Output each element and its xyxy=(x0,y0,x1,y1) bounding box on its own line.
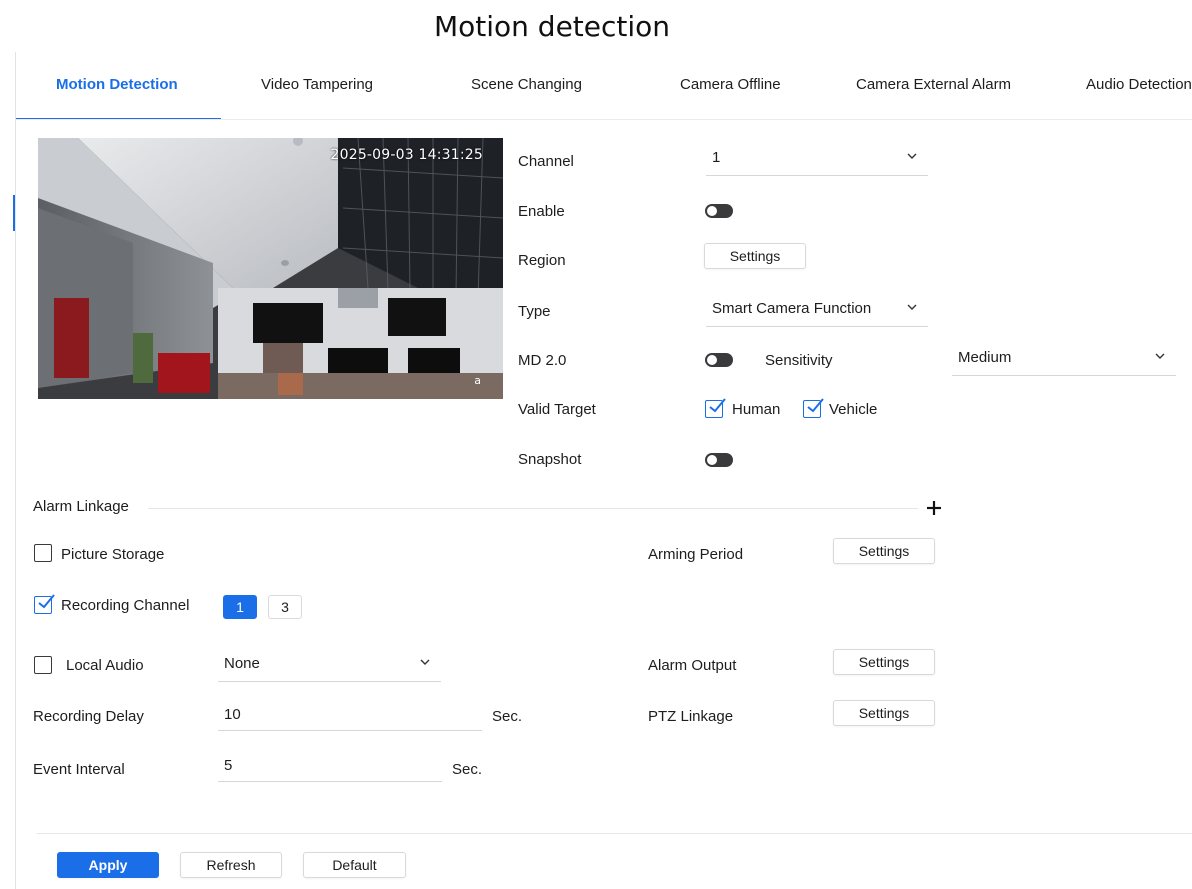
md2-toggle[interactable] xyxy=(705,353,733,367)
chevron-down-icon xyxy=(1155,353,1165,359)
vehicle-label: Vehicle xyxy=(829,401,878,418)
footer-divider xyxy=(37,833,1192,834)
channel-label: Channel xyxy=(518,153,574,170)
human-label: Human xyxy=(732,401,781,418)
snapshot-toggle[interactable] xyxy=(705,453,733,467)
tab-camera-offline[interactable]: Camera Offline xyxy=(680,76,781,93)
type-label: Type xyxy=(518,303,551,320)
channel-value: 1 xyxy=(712,149,721,166)
local-audio-label: Local Audio xyxy=(66,657,144,674)
picture-storage-label: Picture Storage xyxy=(61,546,165,563)
vehicle-checkbox[interactable] xyxy=(803,398,824,418)
event-interval-unit: Sec. xyxy=(452,761,483,778)
preview-corner-mark: a xyxy=(474,374,481,387)
default-button[interactable]: Default xyxy=(303,852,406,878)
checkmark-icon xyxy=(709,398,726,413)
recording-delay-input[interactable]: 10 xyxy=(218,697,482,731)
enable-toggle[interactable] xyxy=(705,204,733,218)
type-value: Smart Camera Function xyxy=(712,300,872,317)
toggle-knob xyxy=(707,355,717,365)
human-checkbox[interactable] xyxy=(705,398,726,418)
section-divider xyxy=(148,508,918,509)
event-interval-value: 5 xyxy=(224,757,233,774)
channel-select[interactable]: 1 xyxy=(706,140,928,176)
alarm-output-label: Alarm Output xyxy=(648,657,737,674)
alarm-linkage-title: Alarm Linkage xyxy=(33,498,129,515)
alarm-output-settings-button[interactable]: Settings xyxy=(833,649,935,675)
toggle-knob xyxy=(707,455,717,465)
tab-camera-external-alarm[interactable]: Camera External Alarm xyxy=(856,76,1011,93)
event-interval-input[interactable]: 5 xyxy=(218,748,442,782)
md2-label: MD 2.0 xyxy=(518,352,567,369)
recording-channel-label: Recording Channel xyxy=(61,597,190,614)
ptz-linkage-settings-button[interactable]: Settings xyxy=(833,700,935,726)
sensitivity-label: Sensitivity xyxy=(765,352,833,369)
tab-bar: Motion Detection Video Tampering Scene C… xyxy=(16,52,1192,120)
chevron-down-icon xyxy=(420,659,430,665)
preview-scene xyxy=(38,138,503,399)
plus-icon[interactable] xyxy=(926,500,942,516)
camera-preview[interactable]: 2025-09-03 14:31:25 a xyxy=(38,138,503,399)
refresh-button[interactable]: Refresh xyxy=(180,852,282,878)
type-select[interactable]: Smart Camera Function xyxy=(706,291,928,327)
recording-channel-chip-1[interactable]: 1 xyxy=(223,595,257,619)
sensitivity-select[interactable]: Medium xyxy=(952,340,1176,376)
tab-scene-changing[interactable]: Scene Changing xyxy=(471,76,582,93)
chevron-down-icon xyxy=(907,153,917,159)
tab-video-tampering[interactable]: Video Tampering xyxy=(261,76,373,93)
enable-label: Enable xyxy=(518,203,565,220)
local-audio-checkbox[interactable] xyxy=(34,656,52,674)
preview-timestamp: 2025-09-03 14:31:25 xyxy=(330,147,483,163)
recording-delay-value: 10 xyxy=(224,706,241,723)
recording-channel-chip-3[interactable]: 3 xyxy=(268,595,302,619)
local-audio-value: None xyxy=(224,655,260,672)
left-rail xyxy=(15,52,16,889)
toggle-knob xyxy=(707,206,717,216)
region-settings-button[interactable]: Settings xyxy=(704,243,806,269)
arming-period-settings-button[interactable]: Settings xyxy=(833,538,935,564)
local-audio-select[interactable]: None xyxy=(218,646,441,682)
rail-indicator xyxy=(13,195,15,231)
chevron-down-icon xyxy=(907,304,917,310)
recording-delay-label: Recording Delay xyxy=(33,708,144,725)
tab-audio-detection[interactable]: Audio Detection xyxy=(1086,76,1192,93)
ptz-linkage-label: PTZ Linkage xyxy=(648,708,734,725)
sensitivity-value: Medium xyxy=(958,349,1012,366)
event-interval-label: Event Interval xyxy=(33,761,125,778)
arming-period-label: Arming Period xyxy=(648,546,744,563)
valid-target-label: Valid Target xyxy=(518,401,596,418)
snapshot-label: Snapshot xyxy=(518,451,582,468)
recording-channel-checkbox[interactable] xyxy=(34,594,55,614)
region-label: Region xyxy=(518,252,566,269)
picture-storage-checkbox[interactable] xyxy=(34,544,52,562)
active-tab-underline xyxy=(16,118,221,119)
recording-delay-unit: Sec. xyxy=(492,708,523,725)
checkmark-icon xyxy=(807,398,824,413)
tab-motion-detection[interactable]: Motion Detection xyxy=(56,76,178,93)
page-title: Motion detection xyxy=(433,10,671,43)
checkmark-icon xyxy=(38,594,55,609)
apply-button[interactable]: Apply xyxy=(57,852,159,878)
